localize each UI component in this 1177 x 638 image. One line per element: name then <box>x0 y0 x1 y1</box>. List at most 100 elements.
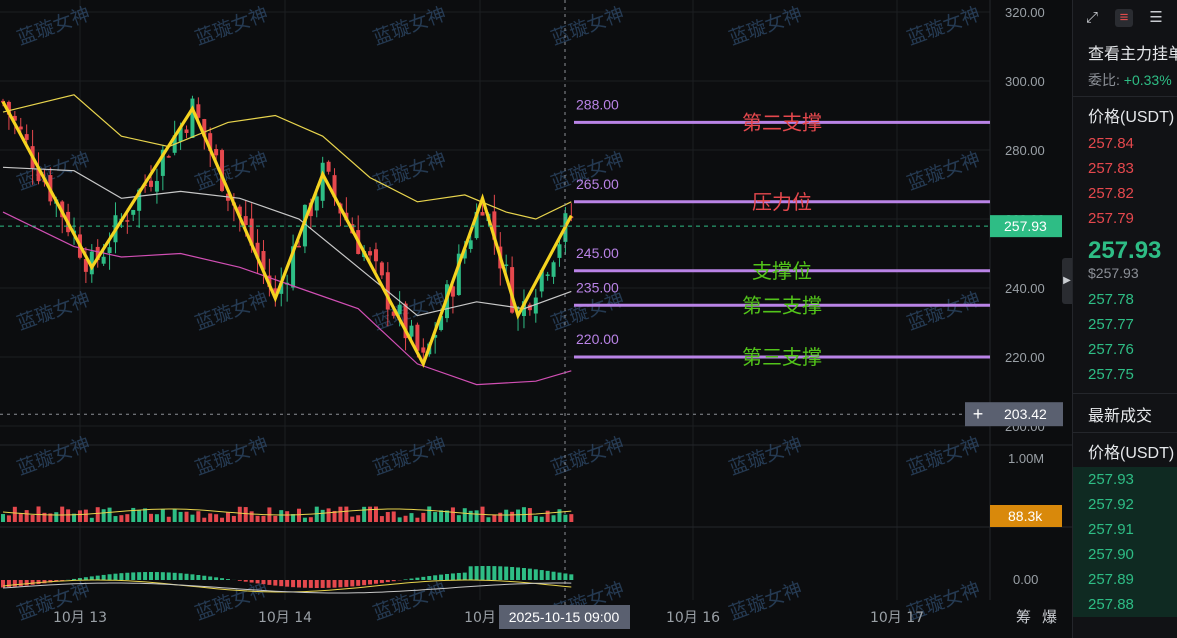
y-tick-label: 300.00 <box>1005 74 1045 89</box>
macd-bar <box>498 566 503 580</box>
volume-bar <box>243 507 248 522</box>
expand-icon[interactable]: ⤢ <box>1083 9 1101 27</box>
macd-bar <box>456 572 461 580</box>
macd-bar <box>166 572 171 580</box>
watermark: 蓝璇女神 <box>370 148 449 195</box>
volume-bar <box>54 512 59 522</box>
volume-bar <box>350 516 355 522</box>
macd-bar <box>569 574 574 580</box>
watermark: 蓝璇女神 <box>370 433 449 480</box>
volume-bar <box>107 507 112 522</box>
volume-bar <box>172 509 177 522</box>
macd-bar <box>24 580 29 586</box>
candle-body <box>409 325 414 337</box>
bid-row[interactable]: 257.76 <box>1073 337 1177 362</box>
last-price: 257.93 <box>1088 237 1162 264</box>
candlestick-chart[interactable]: 320.00300.00280.00260.00240.00220.00200.… <box>0 0 1072 638</box>
volume-bar <box>527 508 532 522</box>
volume-bar <box>403 515 408 522</box>
macd-bar <box>291 580 296 588</box>
volume-bar <box>314 506 319 522</box>
volume-bar <box>154 514 159 522</box>
volume-bar <box>285 511 290 522</box>
candle-body <box>190 98 195 138</box>
volume-bar <box>6 515 11 522</box>
trade-list: 257.93 257.92 257.91 257.90 257.89 257.88 <box>1073 467 1177 617</box>
ask-row[interactable]: 257.79 <box>1073 206 1177 231</box>
candle-body <box>379 262 384 276</box>
last-price-usd: $257.93 <box>1088 265 1139 281</box>
volume-bar <box>308 517 313 522</box>
trade-row[interactable]: 257.90 <box>1073 542 1177 567</box>
macd-bar <box>545 570 550 580</box>
macd-bar <box>172 572 177 580</box>
macd-bar <box>196 575 201 580</box>
macd-bar <box>302 580 307 588</box>
candle-body <box>297 245 301 248</box>
volume-bar <box>208 513 213 522</box>
price-level-label: 220.00 <box>576 331 619 347</box>
trade-row[interactable]: 257.92 <box>1073 492 1177 517</box>
candle-body <box>154 181 159 192</box>
macd-bar <box>125 572 130 580</box>
macd-bar <box>462 572 467 580</box>
volume-bar <box>338 506 343 522</box>
bid-row[interactable]: 257.78 <box>1073 287 1177 312</box>
trade-row[interactable]: 257.91 <box>1073 517 1177 542</box>
volume-bar <box>379 516 384 522</box>
candle-body <box>421 347 426 353</box>
price-level-note: 第三支撑 <box>742 345 822 369</box>
macd-bar <box>208 576 213 580</box>
macd-bar <box>379 580 384 583</box>
main-orders-title[interactable]: 查看主力挂单 <box>1073 36 1177 64</box>
macd-bar <box>160 572 165 580</box>
volume-bar <box>160 509 165 522</box>
volume-bar <box>421 512 426 522</box>
ask-row[interactable]: 257.82 <box>1073 181 1177 206</box>
volume-bar <box>450 507 455 522</box>
volume-bar <box>60 506 65 522</box>
macd-bar <box>113 573 118 580</box>
macd-bar <box>433 575 438 580</box>
macd-bar <box>373 580 378 584</box>
trade-row[interactable]: 257.89 <box>1073 567 1177 592</box>
x-tick-label: 10月 <box>464 610 496 626</box>
x-tick-label: 10月 17 <box>870 610 924 626</box>
trades-icon[interactable]: ☰ <box>1147 9 1165 27</box>
volume-bar <box>137 510 142 522</box>
volume-bar <box>563 514 568 522</box>
volume-bar <box>569 514 574 522</box>
volume-bar <box>149 513 153 522</box>
volume-bar <box>261 515 266 522</box>
y-tick-label: 240.00 <box>1005 281 1045 296</box>
volume-bar <box>30 514 35 522</box>
macd-bar <box>285 580 290 587</box>
chart-area[interactable]: 320.00300.00280.00260.00240.00220.00200.… <box>0 0 1072 638</box>
bottom-tool-label[interactable]: 爆 <box>1042 608 1057 626</box>
volume-bar <box>551 515 556 522</box>
candle-body <box>557 244 562 258</box>
price-level-label: 235.00 <box>576 279 619 295</box>
macd-bar <box>362 580 367 586</box>
candle-body <box>184 129 189 133</box>
panel-collapse-handle[interactable]: ▶ <box>1062 258 1072 304</box>
macd-bar <box>308 580 313 588</box>
macd-bar <box>202 575 207 580</box>
order-book-icon[interactable]: ≡ <box>1115 9 1133 27</box>
volume-bar <box>344 506 349 522</box>
ask-row[interactable]: 257.83 <box>1073 156 1177 181</box>
volume-bar <box>492 514 497 522</box>
macd-bar <box>72 578 77 580</box>
ask-row[interactable]: 257.84 <box>1073 131 1177 156</box>
watermark: 蓝璇女神 <box>14 148 93 195</box>
trade-row[interactable]: 257.88 <box>1073 592 1177 617</box>
bid-row[interactable]: 257.77 <box>1073 312 1177 337</box>
bid-row[interactable]: 257.75 <box>1073 362 1177 387</box>
crosshair-time-label: 2025-10-15 09:00 <box>509 609 620 625</box>
macd-bar <box>101 574 106 580</box>
macd-bar <box>338 580 343 588</box>
volume-bar <box>486 517 491 522</box>
macd-bar <box>344 580 349 587</box>
trade-row[interactable]: 257.93 <box>1073 467 1177 492</box>
bottom-tool-label[interactable]: 筹 <box>1016 608 1031 626</box>
